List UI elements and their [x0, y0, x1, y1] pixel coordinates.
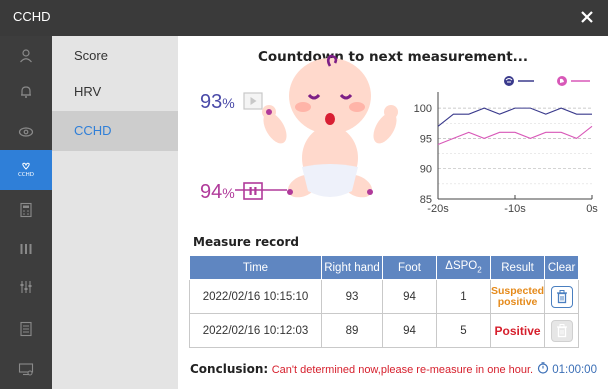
submenu-item-score[interactable]: Score: [52, 36, 178, 76]
conclusion-label: Conclusion:: [190, 362, 269, 376]
cell-result: Positive: [489, 313, 546, 348]
sliders-icon: [20, 281, 32, 293]
trash-icon: [556, 323, 567, 337]
spo2-right-hand-reading: 93%: [200, 91, 263, 114]
cell-right-hand: 93: [321, 279, 383, 314]
delta-spo2-label: ΔSPO: [445, 260, 478, 273]
submenu-item-hrv[interactable]: HRV: [52, 72, 178, 112]
clear-record-button-disabled[interactable]: [550, 319, 573, 342]
cell-delta: 5: [436, 313, 491, 348]
person-icon: [20, 49, 32, 63]
spo2-right-value: 93: [200, 91, 223, 113]
cell-foot: 94: [382, 279, 437, 314]
rail-item-document[interactable]: [0, 309, 52, 349]
trash-icon: [556, 289, 567, 303]
conclusion-text: Can't determined now,please re-measure i…: [271, 364, 534, 376]
spo2-foot-value: 94: [200, 181, 223, 203]
sub-menu: Score HRV CCHD: [52, 36, 178, 389]
measure-record-title: Measure record: [193, 235, 300, 249]
rail-item-eye[interactable]: [0, 112, 52, 152]
cell-foot: 94: [382, 313, 437, 348]
cell-time: 2022/02/16 10:15:10: [189, 279, 322, 314]
col-clear: Clear: [544, 255, 580, 280]
cell-right-hand: 89: [321, 313, 383, 348]
icon-rail: CCHD: [0, 36, 52, 389]
delta-spo2-subscript: 2: [477, 265, 482, 275]
rail-item-person[interactable]: [0, 36, 52, 76]
measure-record-table: Time Right hand Foot ΔSPO2 Result Clear …: [189, 255, 580, 348]
chart-ytick-label: 100: [414, 103, 432, 115]
table-row: 2022/02/16 10:12:03 89 94 5 Positive: [189, 313, 580, 348]
cell-clear: [544, 313, 580, 348]
spo2-foot-unit: %: [222, 185, 235, 201]
rail-item-calculator[interactable]: [0, 190, 52, 230]
cell-result: Suspected positive: [489, 279, 546, 314]
timer-value: 01:00:00: [552, 364, 597, 376]
col-foot: Foot: [382, 255, 437, 280]
rail-item-cchd[interactable]: CCHD: [0, 150, 52, 190]
document-icon: [20, 321, 32, 337]
bell-icon: [21, 86, 31, 98]
remeasure-timer: 01:00:00: [537, 362, 597, 376]
foot-sensor-cable: [235, 189, 287, 191]
col-time: Time: [189, 255, 322, 280]
rail-item-monitor[interactable]: [0, 349, 52, 389]
calculator-icon: [20, 202, 32, 218]
chart-tick-labels: 100959085-20s -10s 0s: [414, 103, 599, 215]
table-row: 2022/02/16 10:15:10 93 94 1 Suspected po…: [189, 279, 580, 314]
rail-item-bell[interactable]: [0, 72, 52, 112]
cell-time: 2022/02/16 10:12:03: [189, 313, 322, 348]
chart-legend: [504, 76, 590, 86]
title-bar: CCHD: [0, 0, 608, 36]
spo2-right-unit: %: [222, 95, 235, 111]
submenu-item-cchd[interactable]: CCHD: [52, 111, 178, 151]
rail-item-grid[interactable]: [0, 229, 52, 269]
spo2-trend-chart: 100959085-20s -10s 0s: [414, 76, 599, 215]
timer-icon: [537, 362, 549, 374]
cell-clear: [544, 279, 580, 314]
close-icon: [581, 11, 593, 23]
chart-xtick-label: 0s: [586, 203, 598, 215]
result-suspected-line1: Suspected: [491, 284, 545, 297]
result-suspected-line2: positive: [497, 295, 538, 308]
chart-series: [437, 107, 593, 145]
chart-ytick-label: 90: [420, 164, 432, 176]
rail-item-sliders[interactable]: [0, 267, 52, 307]
conclusion: Conclusion: Can't determined now,please …: [190, 362, 533, 376]
cchd-icon: CCHD: [18, 162, 34, 178]
col-right-hand: Right hand: [321, 255, 383, 280]
chart-xtick-label: -20s: [427, 203, 449, 215]
close-button[interactable]: [574, 4, 600, 30]
chart-xtick-label: -10s: [504, 203, 526, 215]
col-delta-spo2: ΔSPO2: [436, 255, 491, 280]
table-header-row: Time Right hand Foot ΔSPO2 Result Clear: [189, 255, 580, 280]
grid-icon: [20, 244, 32, 254]
eye-icon: [18, 127, 34, 137]
clear-record-button[interactable]: [550, 285, 573, 308]
cchd-icon-label: CCHD: [18, 172, 34, 178]
cell-delta: 1: [436, 279, 491, 314]
app-title: CCHD: [13, 9, 51, 24]
col-result: Result: [489, 255, 546, 280]
result-positive: Positive: [494, 323, 541, 338]
monitor-icon: [18, 363, 34, 376]
legend-hand-icon: [504, 76, 514, 86]
chart-series-line-2: [437, 125, 593, 145]
chart-series-line-1: [437, 107, 592, 127]
chart-ytick-label: 95: [420, 133, 432, 145]
